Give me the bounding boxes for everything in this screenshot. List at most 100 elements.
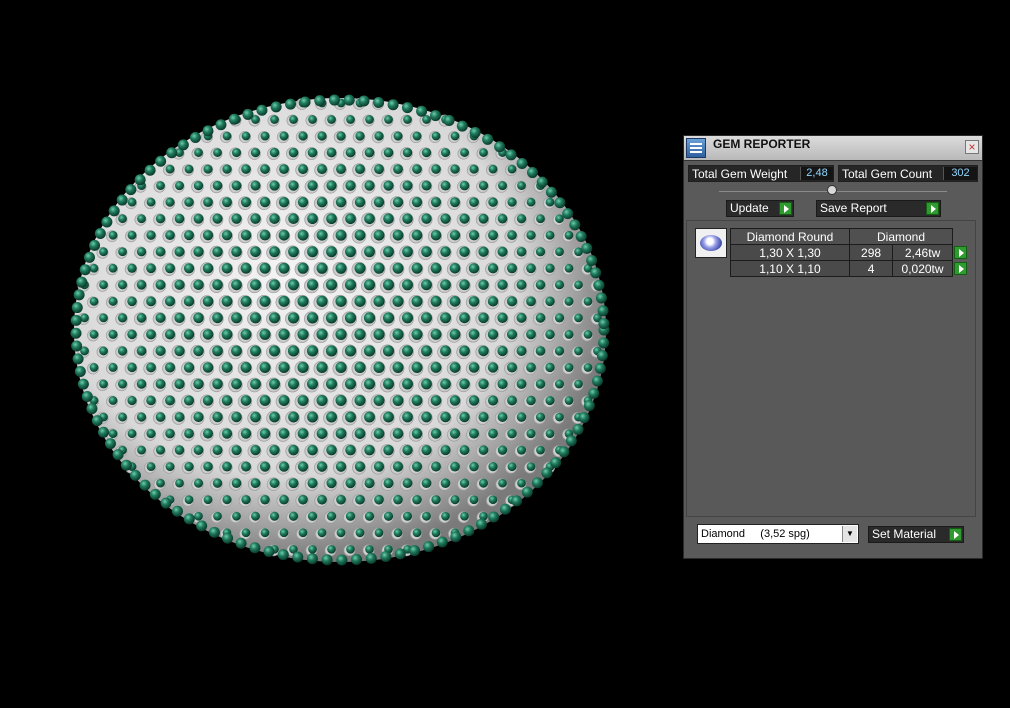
gem-stone xyxy=(288,378,299,390)
gem-stone xyxy=(422,115,431,124)
gem-stone xyxy=(221,230,233,241)
gem-stone xyxy=(269,478,280,489)
gem-stone xyxy=(545,429,555,438)
gem-stone xyxy=(136,280,147,290)
gem-stone xyxy=(487,395,499,406)
gem-stone xyxy=(316,428,328,439)
round-gem-thumbnail-icon[interactable] xyxy=(695,228,727,258)
panel-titlebar[interactable]: GEM REPORTER × xyxy=(684,136,982,161)
gem-stone xyxy=(136,412,147,422)
gem-stone xyxy=(321,554,333,566)
gem-stone xyxy=(574,379,583,389)
gem-stone xyxy=(554,379,565,389)
gem-stone xyxy=(383,411,394,423)
gem-stone xyxy=(174,378,185,390)
gem-stone xyxy=(89,239,101,251)
gem-stone xyxy=(83,251,95,263)
gem-stone xyxy=(429,110,441,122)
gem-stone xyxy=(598,318,610,330)
material-select-value: Diamond (3,52 spg) xyxy=(701,528,810,540)
gem-stone xyxy=(344,378,357,390)
select-row-go-icon[interactable] xyxy=(954,262,967,275)
select-row-go-icon[interactable] xyxy=(954,246,967,259)
gem-stone xyxy=(365,544,374,554)
gem-stone xyxy=(212,445,223,456)
gem-stone xyxy=(184,462,194,472)
update-go-icon xyxy=(779,202,792,215)
gem-stone xyxy=(511,495,523,507)
gem-stone xyxy=(70,327,82,339)
gem-stone xyxy=(222,197,232,208)
gem-stone xyxy=(222,164,232,174)
gem-stone xyxy=(383,444,394,456)
gem-stone xyxy=(583,363,593,372)
gem-stone xyxy=(402,444,413,456)
gem-stone xyxy=(383,180,394,191)
gem-stone xyxy=(165,230,175,241)
gem-stone xyxy=(345,180,356,191)
gem-stone xyxy=(351,554,363,566)
gem-stone xyxy=(136,313,147,323)
gem-stone xyxy=(146,230,156,240)
gem-stone xyxy=(297,295,309,307)
gem-stone xyxy=(99,346,108,356)
gem-stone xyxy=(402,180,413,191)
gem-stone xyxy=(228,113,240,125)
gem-stone xyxy=(288,213,299,224)
gem-stone xyxy=(335,295,347,307)
gem-stone xyxy=(430,262,442,274)
gem-stone xyxy=(431,461,441,472)
gem-stone xyxy=(554,197,566,209)
chevron-down-icon[interactable]: ▼ xyxy=(842,526,857,542)
size-slider-handle[interactable] xyxy=(827,185,837,195)
set-material-go-icon xyxy=(949,528,962,541)
gem-stone xyxy=(193,378,204,390)
gem-stone xyxy=(288,180,299,191)
gem-stone xyxy=(487,362,499,373)
gem-stone xyxy=(450,461,460,472)
total-gem-weight-field: Total Gem Weight 2,48 xyxy=(688,165,834,182)
gem-stone xyxy=(136,346,147,356)
gem-stone xyxy=(440,378,451,390)
close-icon[interactable]: × xyxy=(965,140,979,154)
gem-stone xyxy=(278,428,290,439)
gem-stone xyxy=(459,378,470,390)
gem-stone xyxy=(421,213,432,224)
gem-stone xyxy=(373,361,385,374)
gem-stone xyxy=(535,346,546,356)
gem-report-table: Diamond Round Diamond 1,30 X 1,30 298 2,… xyxy=(730,228,968,277)
gem-stone xyxy=(562,208,574,220)
gem-stone xyxy=(189,132,201,144)
gem-stone xyxy=(460,511,469,521)
gem-stone xyxy=(535,280,546,290)
gem-stone xyxy=(288,478,299,489)
gem-stone xyxy=(278,197,290,208)
gem-stone xyxy=(450,495,460,505)
gem-stone xyxy=(263,546,275,558)
gem-stone xyxy=(459,411,470,423)
gem-stone xyxy=(250,478,261,489)
update-button[interactable]: Update xyxy=(726,200,794,217)
gem-stone xyxy=(156,181,165,191)
gem-stone xyxy=(259,362,271,373)
save-report-button[interactable]: Save Report xyxy=(816,200,941,217)
3d-viewport[interactable] xyxy=(0,0,680,703)
gem-stone xyxy=(421,147,432,158)
gem-stone xyxy=(475,518,487,530)
gem-stone xyxy=(431,495,441,505)
gem-stone xyxy=(269,279,280,291)
gem-stone xyxy=(221,395,233,406)
gem-stone xyxy=(468,296,480,307)
gem-stone xyxy=(365,552,377,564)
gem-stone xyxy=(260,494,270,505)
gem-stone xyxy=(155,246,166,257)
gem-stone xyxy=(316,461,328,472)
gem-stone xyxy=(316,295,328,307)
gem-stone xyxy=(478,412,489,423)
material-select[interactable]: Diamond (3,52 spg) ▼ xyxy=(697,524,859,544)
gem-stone xyxy=(99,280,108,290)
set-material-button[interactable]: Set Material xyxy=(868,526,964,543)
gem-stone xyxy=(193,478,204,488)
gem-stone xyxy=(488,428,498,439)
gem-stone xyxy=(240,229,252,241)
